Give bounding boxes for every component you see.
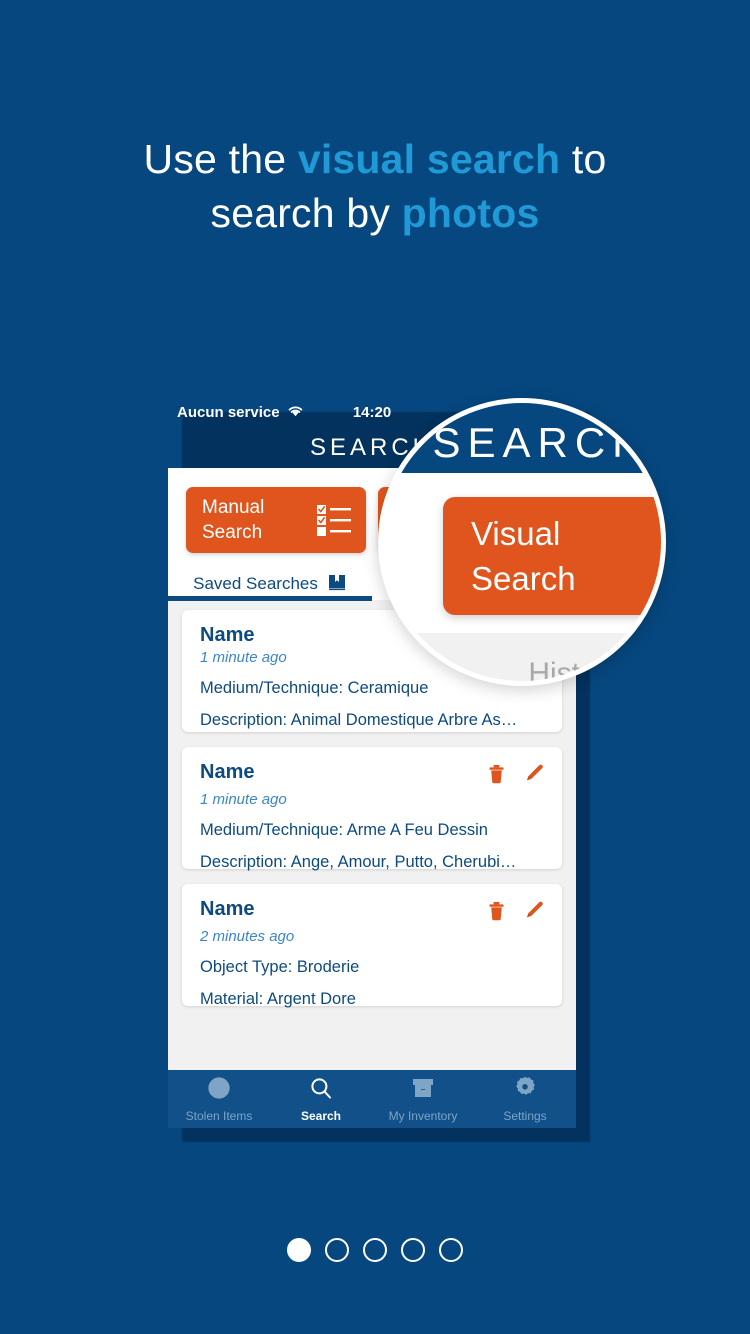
manual-search-button[interactable]: Manual Search bbox=[186, 487, 366, 553]
pencil-icon[interactable] bbox=[525, 901, 544, 926]
list-item[interactable]: Name bbox=[182, 747, 562, 871]
manual-search-label-line1: Manual bbox=[202, 497, 265, 518]
card-detail-line-2: Material: Argent Dore bbox=[200, 990, 356, 1008]
tab-settings-label: Settings bbox=[503, 1108, 547, 1123]
gear-icon bbox=[513, 1076, 537, 1105]
card-timestamp: 2 minutes ago bbox=[200, 928, 295, 945]
magnified-visual-label-line2: Search bbox=[471, 560, 576, 597]
magnified-visual-search-label: Visual Search bbox=[471, 511, 661, 601]
card-actions bbox=[488, 898, 544, 926]
tab-my-inventory[interactable]: My Inventory bbox=[372, 1070, 474, 1128]
magnifier-content: SEARCH Visual Search History bbox=[383, 403, 661, 681]
card-title: Name bbox=[200, 761, 255, 783]
pagination-dot-5[interactable] bbox=[439, 1238, 463, 1262]
box-icon bbox=[411, 1076, 435, 1105]
headline-text-post: to bbox=[560, 136, 607, 182]
tab-search[interactable]: Search bbox=[270, 1070, 372, 1128]
trash-icon[interactable] bbox=[488, 764, 505, 789]
magnifier-icon bbox=[309, 1076, 333, 1105]
tab-stolen-items[interactable]: Stolen Items bbox=[168, 1070, 270, 1128]
manual-search-label-line2: Search bbox=[202, 522, 263, 543]
globe-icon bbox=[207, 1076, 231, 1105]
headline-text-pre-2: search by bbox=[210, 190, 402, 236]
card-detail-line-1: Medium/Technique: Arme A Feu Dessin bbox=[200, 821, 488, 839]
bottom-tab-bar: Stolen Items Search My Inventory Setting… bbox=[168, 1070, 576, 1128]
card-actions bbox=[488, 761, 544, 789]
pagination-dot-3[interactable] bbox=[363, 1238, 387, 1262]
bookmark-book-icon bbox=[327, 572, 347, 597]
card-timestamp: 1 minute ago bbox=[200, 791, 287, 808]
tab-search-label: Search bbox=[300, 1108, 342, 1123]
headline-text-pre: Use the bbox=[143, 136, 298, 182]
card-detail-line-1: Object Type: Broderie bbox=[200, 958, 360, 976]
tab-my-inventory-label: My Inventory bbox=[388, 1108, 458, 1123]
pencil-icon[interactable] bbox=[525, 764, 544, 789]
page-headline: Use the visual search to search by photo… bbox=[0, 132, 750, 240]
magnified-page-title: SEARCH bbox=[432, 419, 650, 466]
tab-stolen-items-label: Stolen Items bbox=[185, 1108, 253, 1123]
checklist-icon bbox=[314, 503, 354, 537]
magnified-history-tab[interactable]: History bbox=[443, 651, 661, 681]
pagination-dot-2[interactable] bbox=[325, 1238, 349, 1262]
pagination-dots bbox=[0, 1238, 750, 1262]
headline-accent-2: photos bbox=[401, 190, 540, 236]
card-header: Name bbox=[200, 898, 544, 926]
headline-line-2: search by photos bbox=[0, 186, 750, 240]
headline-accent-1: visual search bbox=[297, 136, 561, 182]
trash-icon[interactable] bbox=[488, 901, 505, 926]
card-detail-line-2: Description: Ange, Amour, Putto, Cherubi… bbox=[200, 853, 517, 871]
pagination-dot-1[interactable] bbox=[287, 1238, 311, 1262]
history-clock-icon bbox=[637, 651, 661, 681]
magnified-visual-search-button[interactable]: Visual Search bbox=[443, 497, 661, 615]
tab-settings[interactable]: Settings bbox=[474, 1070, 576, 1128]
card-detail-line-2: Description: Animal Domestique Arbre As… bbox=[200, 711, 518, 729]
manual-search-label: Manual Search bbox=[202, 495, 314, 545]
magnified-visual-label-line1: Visual bbox=[471, 515, 561, 552]
magnifier-lens: SEARCH Visual Search History bbox=[378, 398, 666, 686]
card-title: Name bbox=[200, 898, 255, 920]
list-item[interactable]: Name bbox=[182, 884, 562, 1008]
card-header: Name bbox=[200, 761, 544, 789]
pagination-dot-4[interactable] bbox=[401, 1238, 425, 1262]
headline-line-1: Use the visual search to bbox=[0, 132, 750, 186]
card-title: Name bbox=[200, 624, 255, 646]
tab-saved-searches-label: Saved Searches bbox=[193, 574, 318, 593]
